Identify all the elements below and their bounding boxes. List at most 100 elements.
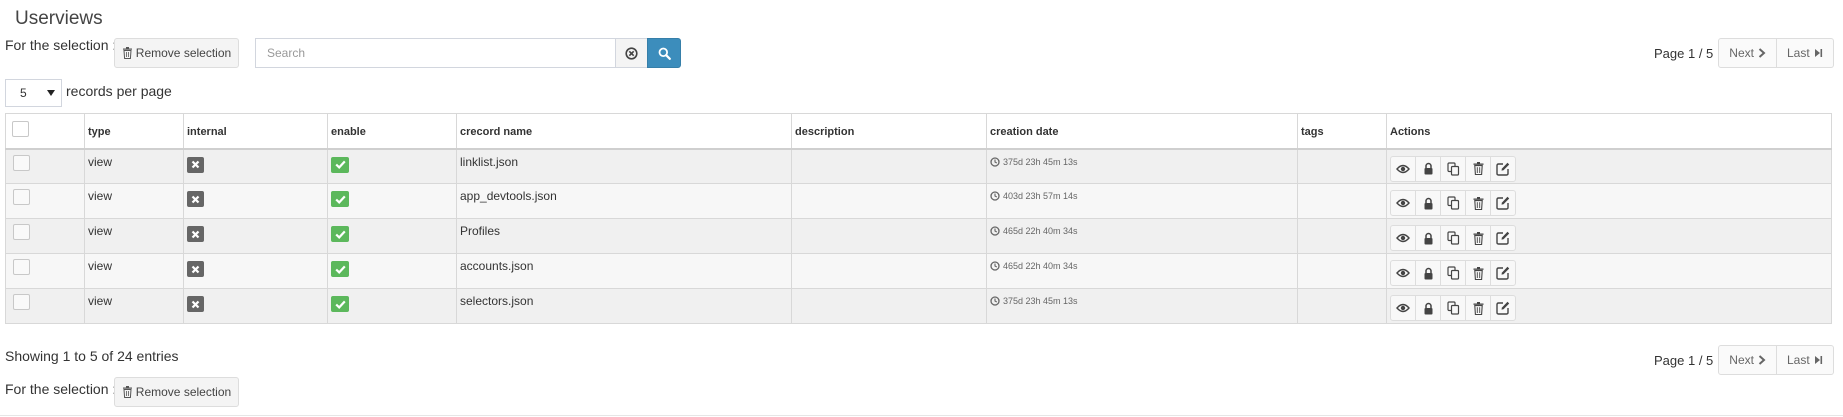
duplicate-icon (1446, 161, 1460, 176)
next-page-button[interactable]: Next (1718, 38, 1777, 68)
page-info-bottom: Page 1 / 5 (1654, 352, 1714, 368)
row-checkbox[interactable] (13, 259, 30, 275)
clear-search-button[interactable] (615, 38, 648, 68)
actions-cell (1386, 218, 1832, 254)
lock-action-button[interactable] (1415, 260, 1441, 286)
eye-action-button[interactable] (1390, 260, 1416, 286)
table-row[interactable]: view accounts.json 465d 22h 40m 34s (5, 253, 1832, 289)
edit-action-button[interactable] (1490, 190, 1516, 216)
eye-action-button[interactable] (1390, 295, 1416, 321)
internal-cell (183, 148, 328, 184)
records-per-page-select[interactable]: 5 (5, 79, 62, 107)
enable-cell (327, 183, 457, 219)
duplicate-action-button[interactable] (1440, 260, 1466, 286)
table-row[interactable]: view linklist.json 375d 23h 45m 13s (5, 148, 1832, 184)
description-cell (791, 183, 987, 219)
enable-cell (327, 148, 457, 184)
search-button[interactable] (647, 38, 681, 68)
creation-date-text: 375d 23h 45m 13s (1003, 156, 1078, 167)
creation-date-cell: 375d 23h 45m 13s (986, 288, 1298, 324)
internal-false-badge[interactable] (187, 191, 204, 207)
enable-true-badge[interactable] (331, 191, 349, 207)
times-icon (191, 195, 200, 203)
lock-icon (1423, 267, 1434, 280)
trash-action-button[interactable] (1465, 295, 1491, 321)
next-page-button-bottom[interactable]: Next (1718, 345, 1777, 375)
pagination-top: Page 1 / 5 Next Last (1654, 38, 1834, 68)
edit-action-button[interactable] (1490, 260, 1516, 286)
last-page-button-bottom[interactable]: Last (1776, 345, 1834, 375)
row-actions (1390, 190, 1828, 216)
internal-cell (183, 253, 328, 289)
trash-action-button[interactable] (1465, 155, 1491, 182)
type-cell: view (84, 218, 184, 254)
column-header-creation-date[interactable]: creation date (986, 113, 1298, 149)
type-cell: view (84, 288, 184, 324)
duplicate-action-button[interactable] (1440, 225, 1466, 251)
userviews-table: type internal enable crecord name descri… (5, 113, 1832, 324)
internal-false-badge[interactable] (187, 226, 204, 242)
table-row[interactable]: view selectors.json 375d 23h 45m 13s (5, 288, 1832, 324)
lock-action-button[interactable] (1415, 225, 1441, 251)
lock-action-button[interactable] (1415, 295, 1441, 321)
eye-action-button[interactable] (1390, 155, 1416, 182)
search-input[interactable] (255, 38, 616, 68)
creation-date-text: 465d 22h 40m 34s (1003, 261, 1078, 271)
enable-true-badge[interactable] (331, 296, 349, 312)
eye-action-button[interactable] (1390, 190, 1416, 216)
remove-selection-button-bottom[interactable]: Remove selection (114, 377, 239, 407)
select-all-checkbox[interactable] (12, 121, 29, 137)
tags-cell (1297, 218, 1387, 254)
lock-action-button[interactable] (1415, 190, 1441, 216)
duplicate-action-button[interactable] (1440, 155, 1466, 182)
trash-action-button[interactable] (1465, 225, 1491, 251)
trash-icon (1473, 266, 1484, 280)
internal-false-badge[interactable] (187, 261, 204, 277)
edit-action-button[interactable] (1490, 295, 1516, 321)
row-checkbox[interactable] (13, 294, 30, 310)
internal-false-badge[interactable] (187, 296, 204, 312)
row-checkbox[interactable] (13, 224, 30, 240)
row-checkbox[interactable] (13, 189, 30, 205)
internal-cell (183, 288, 328, 324)
times-icon (191, 160, 200, 169)
check-icon (334, 230, 346, 239)
trash-action-button[interactable] (1465, 190, 1491, 216)
eye-action-button[interactable] (1390, 225, 1416, 251)
row-select-cell (5, 218, 85, 254)
enable-true-badge[interactable] (331, 156, 349, 173)
actions-cell (1386, 253, 1832, 289)
column-header-enable[interactable]: enable (327, 113, 457, 149)
times-icon (191, 230, 200, 238)
duplicate-action-button[interactable] (1440, 295, 1466, 321)
edit-action-button[interactable] (1490, 225, 1516, 251)
type-cell: view (84, 183, 184, 219)
selection-label-bottom: For the selection : (5, 381, 117, 397)
duplicate-action-button[interactable] (1440, 190, 1466, 216)
table-row[interactable]: view app_devtools.json 403d 23h 57m 14s (5, 183, 1832, 219)
enable-true-badge[interactable] (331, 226, 349, 242)
next-label: Next (1729, 46, 1754, 60)
remove-selection-button-top[interactable]: Remove selection (114, 38, 239, 68)
trash-action-button[interactable] (1465, 260, 1491, 286)
table-row[interactable]: view Profiles 465d 22h 40m 34s (5, 218, 1832, 254)
last-page-button[interactable]: Last (1776, 38, 1834, 68)
column-header-crecord-name[interactable]: crecord name (456, 113, 792, 149)
column-header-internal[interactable]: internal (183, 113, 328, 149)
edit-action-button[interactable] (1490, 155, 1516, 182)
tags-cell (1297, 148, 1387, 184)
column-header-description[interactable]: description (791, 113, 987, 149)
row-checkbox[interactable] (13, 154, 30, 171)
times-icon (191, 265, 200, 273)
creation-date-cell: 465d 22h 40m 34s (986, 253, 1298, 289)
lock-action-button[interactable] (1415, 155, 1441, 182)
clock-icon (990, 156, 1000, 167)
next-label-bottom: Next (1729, 353, 1754, 367)
column-header-type[interactable]: type (84, 113, 184, 149)
enable-cell (327, 218, 457, 254)
select-all-header (5, 113, 85, 149)
internal-false-badge[interactable] (187, 156, 204, 173)
enable-true-badge[interactable] (331, 261, 349, 277)
page-info: Page 1 / 5 (1654, 45, 1714, 61)
column-header-tags[interactable]: tags (1297, 113, 1387, 149)
